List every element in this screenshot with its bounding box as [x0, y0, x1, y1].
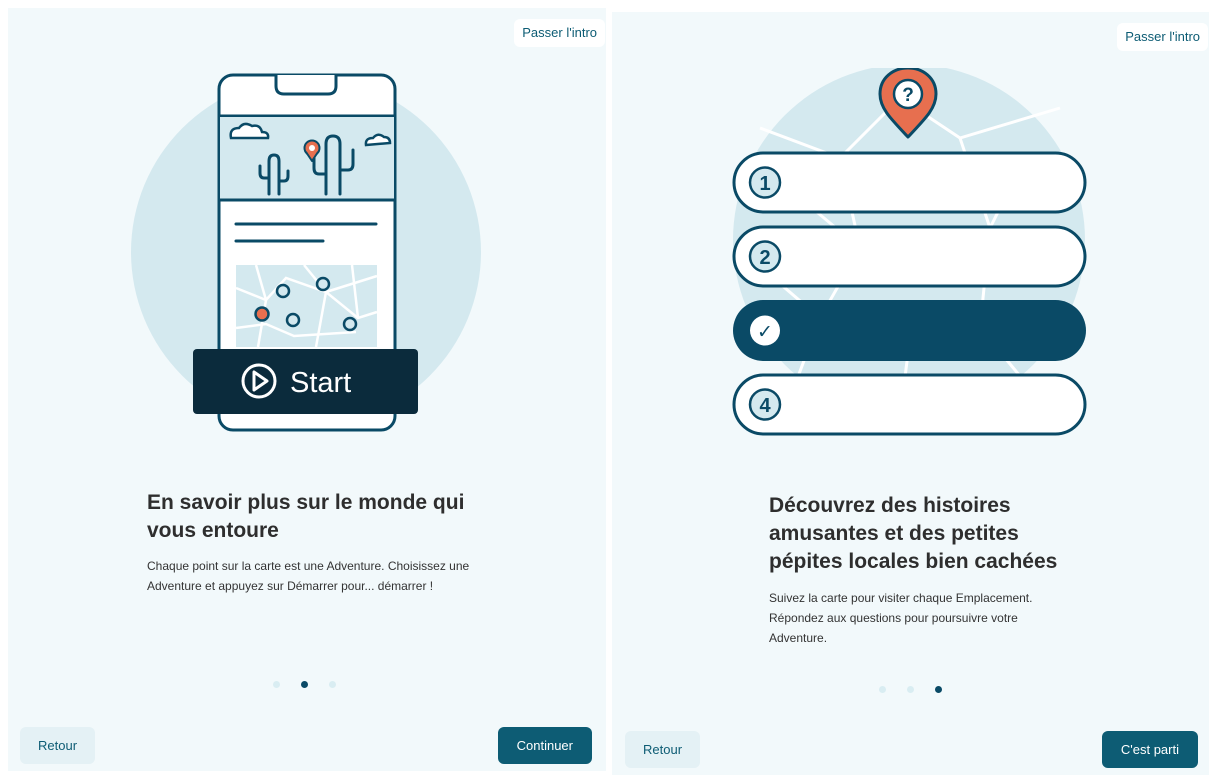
page-indicator: [273, 681, 336, 688]
page-dot[interactable]: [907, 686, 914, 693]
slide-description: Chaque point sur la carte est une Advent…: [147, 559, 470, 593]
page-dot-active[interactable]: [301, 681, 308, 688]
slide-title: En savoir plus sur le monde qui vous ent…: [147, 491, 465, 542]
answer-option-1: 1: [732, 151, 1087, 214]
slide-description: Suivez la carte pour visiter chaque Empl…: [769, 591, 1033, 645]
skip-intro-button[interactable]: Passer l'intro: [514, 19, 605, 47]
svg-text:1: 1: [759, 173, 770, 195]
page-dot[interactable]: [329, 681, 336, 688]
check-icon: ✓: [757, 321, 773, 343]
back-button[interactable]: Retour: [20, 727, 96, 764]
quiz-options-illustration: ? 1 2 ✓ 4: [732, 68, 1087, 436]
start-label: Start: [290, 367, 351, 399]
question-mark: ?: [902, 85, 914, 106]
slide-title: Découvrez des histoires amusantes et des…: [769, 494, 1058, 573]
page-dot[interactable]: [879, 686, 886, 693]
back-button[interactable]: Retour: [625, 731, 701, 768]
answer-option-4: 4: [732, 373, 1087, 436]
page-dot[interactable]: [273, 681, 280, 688]
continue-button[interactable]: Continuer: [497, 727, 592, 764]
answer-option-selected: ✓: [733, 300, 1086, 361]
lets-go-button[interactable]: C'est parti: [1101, 731, 1198, 768]
answer-option-2: 2: [732, 225, 1087, 288]
page-indicator: [879, 686, 942, 693]
phone-start-illustration: Start: [131, 73, 481, 432]
intro-slide-left: Passer l'intro Start En savoir plus sur …: [8, 8, 606, 771]
intro-slide-right: Passer l'intro ? 1 2 ✓ 4 Découvrez des h…: [612, 12, 1209, 775]
svg-text:2: 2: [759, 247, 770, 269]
page-dot-active[interactable]: [935, 686, 942, 693]
skip-intro-button[interactable]: Passer l'intro: [1117, 23, 1208, 51]
svg-text:4: 4: [759, 395, 771, 417]
